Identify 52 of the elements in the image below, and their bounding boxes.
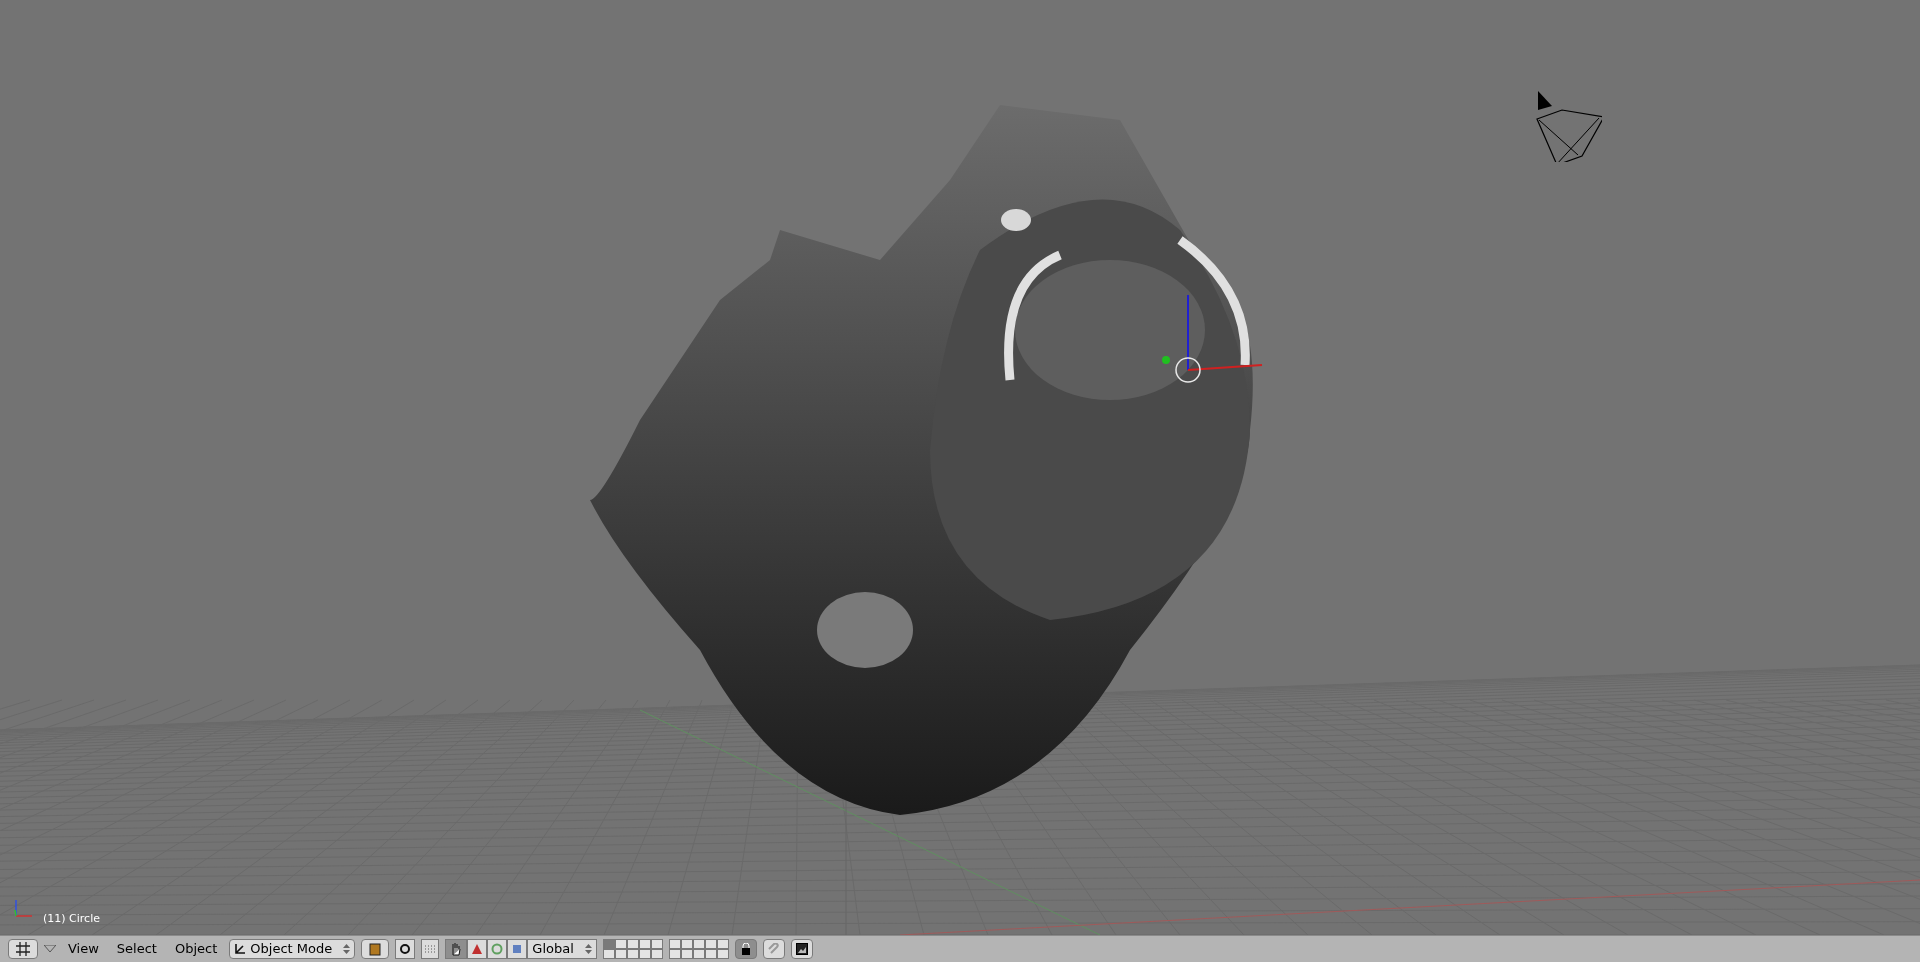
pivot-icon (399, 943, 412, 955)
layer-button[interactable] (705, 949, 718, 959)
cube-icon (368, 942, 383, 956)
layer-button[interactable] (693, 949, 706, 959)
editor-type-button[interactable] (8, 939, 38, 959)
layer-button[interactable] (627, 949, 640, 959)
scale-button[interactable] (507, 939, 528, 959)
layer-button[interactable] (693, 939, 706, 949)
layer-button[interactable] (717, 939, 730, 949)
grid-icon (16, 942, 30, 956)
3d-viewport[interactable]: (11) Circle (0, 0, 1920, 935)
picture-icon (796, 943, 809, 955)
layer-button[interactable] (639, 949, 652, 959)
orientation-dropdown[interactable]: Global (527, 939, 598, 959)
pivot-dropdown[interactable] (395, 939, 416, 959)
mode-dropdown[interactable]: Object Mode (229, 939, 356, 959)
camera-drawing (1536, 90, 1602, 162)
layer-button[interactable] (681, 949, 694, 959)
layer-button[interactable] (651, 949, 664, 959)
lock-icon (741, 943, 752, 955)
layer-button[interactable] (615, 949, 628, 959)
triangle-icon (472, 944, 483, 954)
snap-toggle[interactable] (763, 939, 786, 959)
magnet-icon (768, 943, 781, 955)
up-down-arrows-icon (343, 944, 351, 954)
translate-button[interactable] (467, 939, 488, 959)
layer-button[interactable] (627, 939, 640, 949)
layer-button[interactable] (705, 939, 718, 949)
layer-button[interactable] (717, 949, 730, 959)
menu-item[interactable]: Object (168, 939, 224, 959)
up-down-arrows-icon (585, 944, 593, 954)
ring-icon (491, 943, 504, 955)
menu-item[interactable]: View (62, 939, 105, 959)
snap-options-button[interactable] (421, 939, 440, 959)
layer-button[interactable] (669, 949, 682, 959)
layer-button[interactable] (651, 939, 664, 949)
square-icon (513, 945, 522, 953)
layer-button[interactable] (615, 939, 628, 949)
rotate-button[interactable] (487, 939, 508, 959)
status-text: (11) Circle (43, 911, 100, 927)
manipulator-toggle[interactable] (445, 939, 468, 959)
layer-button[interactable] (681, 939, 694, 949)
axes-icon (234, 943, 247, 955)
collapse-triangle-icon[interactable] (44, 945, 56, 953)
render-button[interactable] (791, 939, 814, 959)
layer-button[interactable] (603, 949, 616, 959)
menu-item[interactable]: Select (110, 939, 163, 959)
shading-dropdown[interactable] (361, 939, 390, 959)
lock-layers-toggle[interactable] (735, 939, 758, 959)
dots-icon (424, 944, 437, 954)
layer-button[interactable] (639, 939, 652, 949)
layer-button[interactable] (669, 939, 682, 949)
